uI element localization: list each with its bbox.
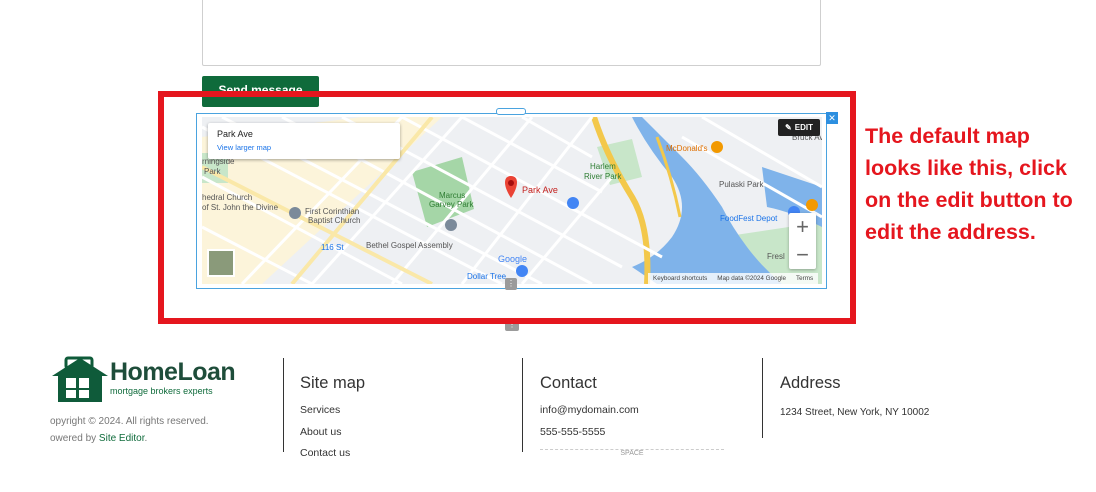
close-icon[interactable]: ✕ xyxy=(826,112,838,124)
annotation-note: The default map looks like this, click o… xyxy=(865,124,1073,244)
resize-handle-top[interactable] xyxy=(496,108,526,115)
sitemap-link-services[interactable]: Services xyxy=(300,404,340,416)
sitemap-title: Site map xyxy=(300,374,366,392)
terms-link[interactable]: Terms xyxy=(796,275,813,282)
site-logo[interactable]: HomeLoan mortgage brokers experts xyxy=(52,356,252,404)
map-label: Google xyxy=(498,254,527,264)
map-label: Marcus xyxy=(439,191,465,200)
map-label: Fresl xyxy=(767,252,785,261)
map-label: First Corinthian xyxy=(305,207,359,216)
logo-word-home: Home xyxy=(110,358,178,386)
powered-prefix: owered by xyxy=(50,433,99,444)
send-message-button[interactable]: Send message xyxy=(202,76,319,107)
contact-email[interactable]: info@mydomain.com xyxy=(540,404,639,416)
house-logo-icon xyxy=(52,356,108,402)
view-larger-map-link[interactable]: View larger map xyxy=(217,143,391,152)
map-label: hedral Church xyxy=(202,193,252,202)
logo-tagline-2: experts xyxy=(183,386,213,396)
map-edit-button[interactable]: ✎ EDIT xyxy=(778,119,820,136)
logo-word-loan: Loan xyxy=(177,358,236,386)
map-data-text: Map data ©2024 Google xyxy=(717,275,786,282)
drag-handle-icon[interactable]: ⋮ xyxy=(505,319,519,331)
space-block-tag[interactable]: SPACE xyxy=(540,449,724,458)
map-label: 116 St xyxy=(321,243,344,252)
map-label: Harlem xyxy=(590,162,616,171)
map-label: McDonald's xyxy=(666,144,708,153)
zoom-in-button[interactable]: + xyxy=(789,213,816,241)
zoom-controls: + − xyxy=(789,213,816,269)
message-textarea[interactable] xyxy=(202,0,821,66)
drag-handle-icon[interactable]: ⋮ xyxy=(505,278,517,290)
address-title: Address xyxy=(780,374,841,392)
map-label: FoodFest Depot xyxy=(720,214,778,223)
footer-divider xyxy=(522,358,523,452)
sitemap-link-about[interactable]: About us xyxy=(300,426,341,438)
site-editor-link[interactable]: Site Editor xyxy=(99,433,145,444)
map-label: of St. John the Divine xyxy=(202,203,279,212)
map-label: Baptist Church xyxy=(308,216,360,225)
map-label: Garvey Park xyxy=(429,200,474,209)
map-label: Park xyxy=(204,167,221,176)
powered-by: owered by Site Editor. xyxy=(50,433,147,444)
contact-phone[interactable]: 555-555-5555 xyxy=(540,426,605,438)
map-attribution: Keyboard shortcuts Map data ©2024 Google… xyxy=(648,273,819,284)
pencil-icon: ✎ xyxy=(785,123,792,132)
map-label: Bethel Gospel Assembly xyxy=(366,241,453,250)
map-info-card: Park Ave View larger map xyxy=(208,123,400,159)
footer-divider xyxy=(283,358,284,452)
satellite-toggle xyxy=(207,249,235,277)
contact-title: Contact xyxy=(540,374,597,392)
address-text: 1234 Street, New York, NY 10002 xyxy=(780,407,930,418)
footer-divider xyxy=(762,358,763,438)
keyboard-shortcuts-link[interactable]: Keyboard shortcuts xyxy=(653,275,707,282)
map-label: Dollar Tree xyxy=(467,272,507,281)
edit-label: EDIT xyxy=(794,123,813,132)
map-place-name: Park Ave xyxy=(217,129,253,139)
zoom-out-button[interactable]: − xyxy=(789,241,816,269)
sitemap-link-contact[interactable]: Contact us xyxy=(300,447,350,456)
map-pin-label: Park Ave xyxy=(522,185,558,195)
map-label: River Park xyxy=(584,172,622,181)
powered-suffix: . xyxy=(144,433,148,444)
logo-tagline-1: mortgage brokers xyxy=(110,386,181,396)
copyright-text: opyright © 2024. All rights reserved. xyxy=(50,416,209,427)
map-label: Pulaski Park xyxy=(719,180,764,189)
